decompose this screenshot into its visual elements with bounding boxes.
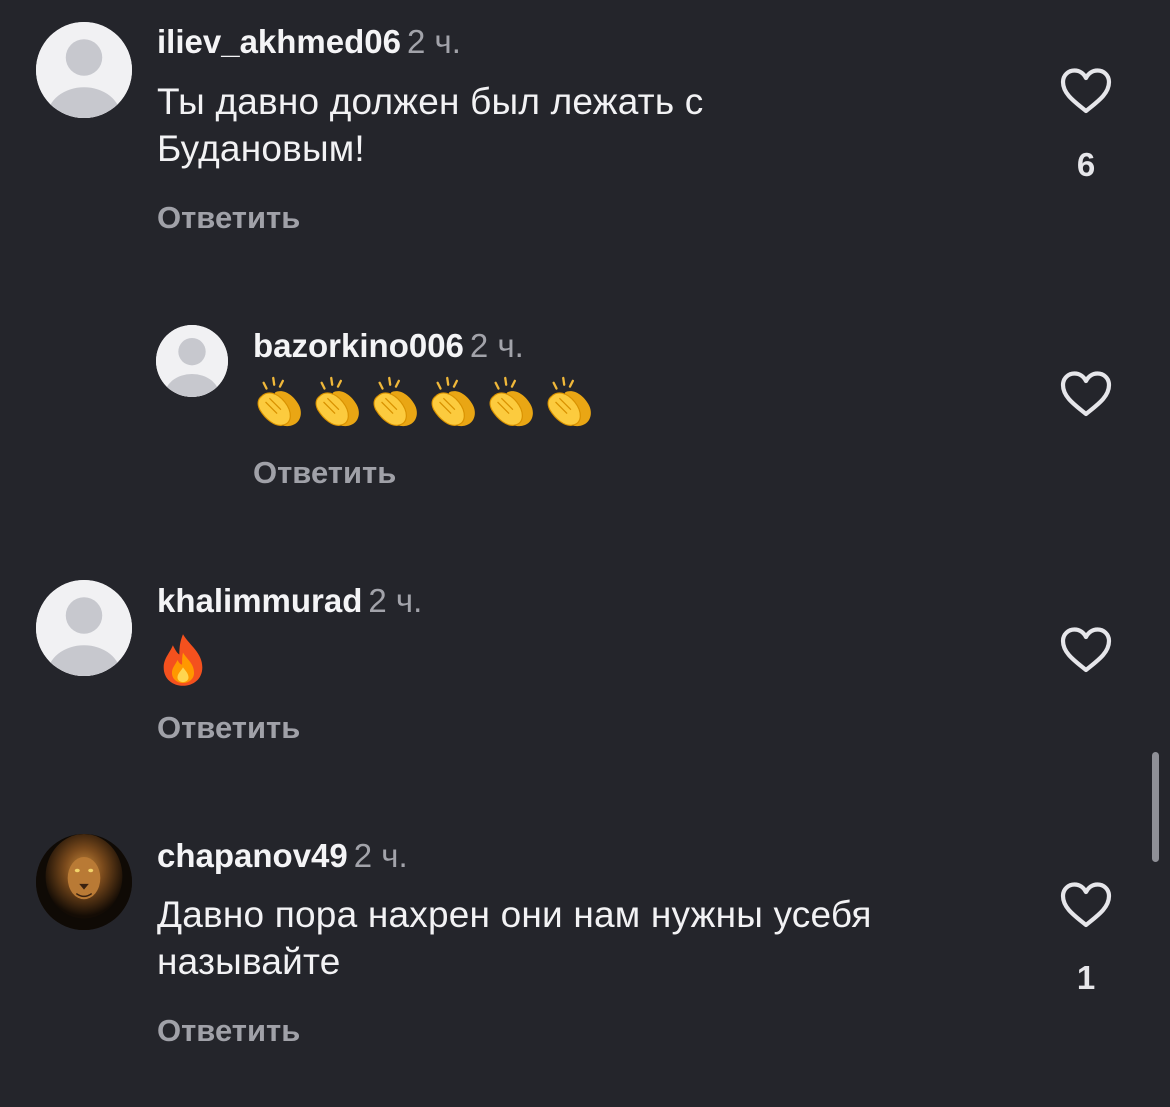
- timestamp: 2 ч.: [368, 582, 423, 619]
- avatar[interactable]: [36, 834, 132, 930]
- timestamp: 2 ч.: [353, 837, 408, 874]
- avatar[interactable]: [36, 580, 132, 676]
- scrollbar[interactable]: [1152, 752, 1159, 862]
- reply-button[interactable]: Ответить: [157, 1011, 300, 1051]
- username[interactable]: bazorkino006: [253, 327, 464, 364]
- default-avatar-icon: [36, 580, 132, 676]
- fire-emoji: [160, 632, 206, 688]
- comment-text: Ты давно должен был лежать с Будановым!: [157, 81, 704, 169]
- comment-header: chapanov49 2 ч.: [157, 836, 408, 876]
- comment-text: Давно пора нахрен они нам нужны усебя на…: [157, 894, 872, 982]
- avatar[interactable]: [156, 325, 228, 397]
- reply-button[interactable]: Ответить: [157, 198, 300, 238]
- comment-emoji: [160, 630, 206, 690]
- lion-avatar: [36, 834, 132, 930]
- clapping-hands-emoji: [370, 375, 420, 429]
- username[interactable]: khalimmurad: [157, 582, 362, 619]
- reply-button[interactable]: Ответить: [157, 708, 300, 748]
- heart-icon: [1059, 370, 1113, 418]
- like-count: 1: [1076, 959, 1096, 996]
- timestamp: 2 ч.: [469, 327, 524, 364]
- clapping-hands-emoji: [544, 375, 594, 429]
- username[interactable]: iliev_akhmed06: [157, 23, 401, 60]
- like-button[interactable]: [1059, 370, 1113, 418]
- comment-header: iliev_akhmed06 2 ч.: [157, 22, 461, 62]
- clapping-hands-emoji: [312, 375, 362, 429]
- heart-icon: [1059, 67, 1113, 115]
- default-avatar-icon: [36, 22, 132, 118]
- like-button[interactable]: [1059, 67, 1113, 115]
- like-count: 6: [1076, 146, 1096, 183]
- comment-header: bazorkino006 2 ч.: [253, 326, 524, 366]
- like-button[interactable]: [1059, 881, 1113, 929]
- reply-button[interactable]: Ответить: [253, 453, 396, 493]
- timestamp: 2 ч.: [407, 23, 461, 60]
- clapping-hands-emoji: [254, 375, 304, 429]
- heart-icon: [1059, 881, 1113, 929]
- username[interactable]: chapanov49: [157, 837, 348, 874]
- heart-icon: [1059, 626, 1113, 674]
- default-avatar-icon: [156, 325, 228, 397]
- like-button[interactable]: [1059, 626, 1113, 674]
- avatar[interactable]: [36, 22, 132, 118]
- comment-emoji: [254, 372, 594, 432]
- clapping-hands-emoji: [486, 375, 536, 429]
- clapping-hands-emoji: [428, 375, 478, 429]
- comment-header: khalimmurad 2 ч.: [157, 581, 422, 621]
